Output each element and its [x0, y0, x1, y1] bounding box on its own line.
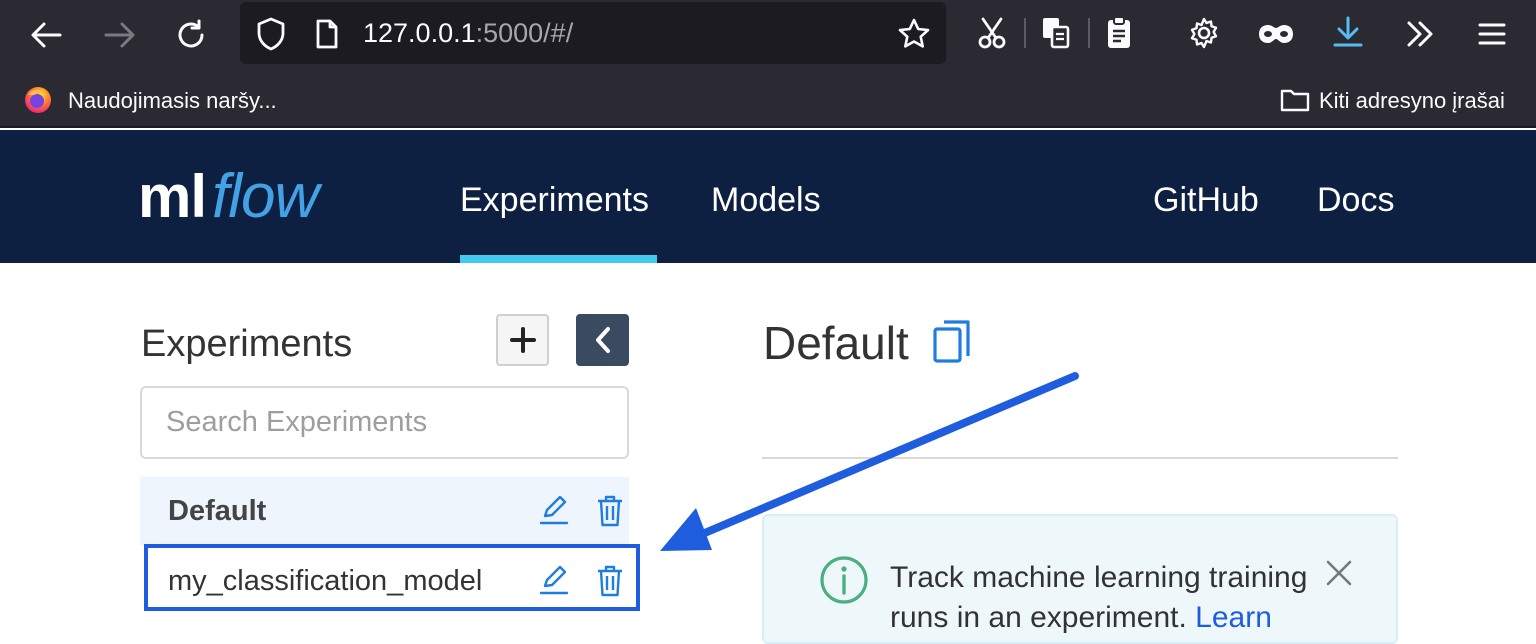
sidebar-title: Experiments — [141, 323, 353, 365]
bookmark-star-icon[interactable] — [896, 16, 932, 52]
info-message: Track machine learning training runs in … — [890, 558, 1330, 638]
divider — [762, 457, 1398, 459]
chevron-double-right-icon[interactable] — [1402, 16, 1438, 52]
url-text[interactable]: 127.0.0.1:5000/#/ — [363, 15, 573, 51]
page-icon — [312, 17, 342, 51]
forward-arrow-icon[interactable] — [100, 18, 140, 52]
highlight-annotation-box — [144, 544, 640, 611]
copy-icon[interactable] — [932, 318, 972, 364]
trash-icon[interactable] — [594, 493, 626, 529]
page-title: Default — [763, 317, 909, 369]
experiment-name[interactable]: Default — [168, 477, 266, 545]
hamburger-menu-icon[interactable] — [1474, 16, 1510, 52]
bookmark-item[interactable]: Naudojimasis naršy... — [68, 86, 277, 116]
logo-text-ml: ml — [138, 163, 207, 230]
nav-models[interactable]: Models — [711, 178, 821, 222]
edit-pencil-icon[interactable] — [538, 493, 570, 527]
folder-icon — [1280, 86, 1310, 114]
experiment-list-item[interactable]: Default — [140, 477, 629, 545]
toolbar-divider — [1088, 18, 1090, 48]
other-bookmarks-link[interactable]: Kiti adresyno įrašai — [1319, 86, 1505, 116]
add-experiment-button[interactable] — [496, 314, 549, 366]
browser-toolbar: 127.0.0.1:5000/#/ — [0, 0, 1536, 70]
url-path: :5000/#/ — [475, 18, 574, 48]
logo-text-flow: flow — [212, 162, 319, 231]
address-bar[interactable]: 127.0.0.1:5000/#/ — [240, 2, 946, 64]
clipboard-icon[interactable] — [1102, 14, 1136, 52]
private-mask-icon[interactable] — [1256, 20, 1296, 48]
chevron-left-icon — [595, 327, 610, 353]
learn-more-link[interactable]: Learn — [1195, 601, 1272, 634]
active-tab-indicator — [460, 255, 657, 263]
shield-icon[interactable] — [254, 16, 288, 52]
collapse-sidebar-button[interactable] — [576, 314, 629, 366]
back-arrow-icon[interactable] — [26, 18, 66, 52]
nav-experiments[interactable]: Experiments — [460, 178, 649, 222]
url-host: 127.0.0.1 — [363, 18, 476, 48]
nav-docs[interactable]: Docs — [1317, 178, 1394, 222]
info-icon — [818, 554, 870, 606]
nav-github[interactable]: GitHub — [1153, 178, 1259, 222]
search-experiments-input[interactable] — [140, 386, 629, 459]
plus-icon — [509, 327, 536, 353]
copy-icon[interactable] — [1038, 14, 1074, 52]
info-banner: Track machine learning training runs in … — [762, 514, 1398, 644]
gear-icon[interactable] — [1186, 15, 1222, 51]
close-icon[interactable] — [1324, 558, 1360, 594]
reload-icon[interactable] — [172, 16, 210, 54]
scissors-icon[interactable] — [974, 14, 1010, 52]
download-icon[interactable] — [1330, 13, 1366, 51]
toolbar-divider — [1024, 18, 1026, 48]
mlflow-logo[interactable]: ml flow — [138, 150, 378, 244]
firefox-logo-icon — [22, 84, 54, 116]
bookmarks-toolbar: Naudojimasis naršy... Kiti adresyno įraš… — [0, 70, 1536, 128]
